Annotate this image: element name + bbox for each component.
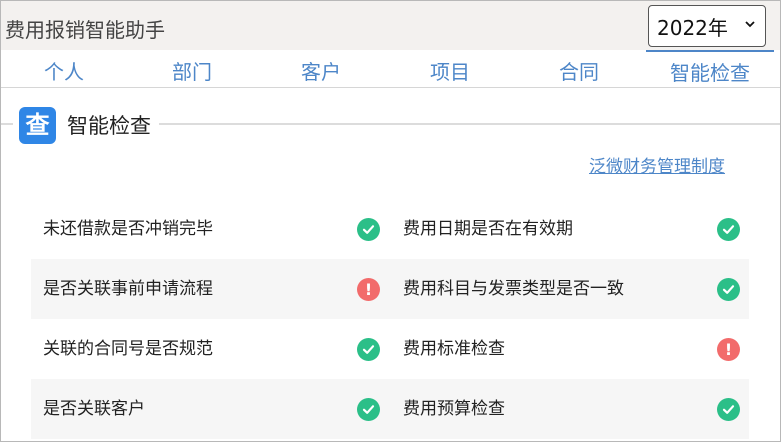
title-bar: 费用报销智能助手 2022年 [1, 1, 780, 50]
chevron-down-icon [745, 21, 755, 28]
check-ok-icon [357, 398, 380, 421]
check-label: 是否关联事前申请流程 [43, 279, 213, 299]
check-ok-icon [357, 338, 380, 361]
section-title: 智能检查 [67, 114, 151, 138]
check-label: 费用标准检查 [403, 339, 505, 359]
check-label: 是否关联客户 [43, 399, 145, 419]
tab-project[interactable]: 项目 [387, 50, 513, 87]
check-label: 费用预算检查 [403, 399, 505, 419]
tab-contract[interactable]: 合同 [516, 50, 642, 87]
app-title: 费用报销智能助手 [5, 18, 165, 42]
tab-bar: 个人 部门 客户 项目 合同 智能检查 [1, 50, 780, 88]
alert-icon: ! [357, 278, 380, 301]
finance-policy-link[interactable]: 泛微财务管理制度 [589, 152, 725, 177]
tab-department[interactable]: 部门 [129, 50, 255, 87]
year-select-value: 2022年 [657, 15, 728, 40]
check-item: 费用标准检查 ! [391, 319, 750, 379]
alert-icon: ! [717, 338, 740, 361]
check-row: 是否关联事前申请流程 ! 费用科目与发票类型是否一致 [31, 259, 749, 319]
year-select[interactable]: 2022年 [648, 5, 766, 47]
check-label: 费用科目与发票类型是否一致 [403, 279, 624, 299]
check-item: 关联的合同号是否规范 [31, 319, 390, 379]
app-window: 费用报销智能助手 2022年 个人 部门 客户 项目 合同 智能检查 查 智能检… [0, 0, 781, 442]
tab-customer[interactable]: 客户 [258, 50, 384, 87]
check-ok-icon [357, 218, 380, 241]
check-list: 未还借款是否冲销完毕 费用日期是否在有效期 是否关联事前申请流程 ! 费用科目与… [31, 199, 749, 439]
check-item: 是否关联客户 [31, 379, 390, 439]
check-row: 是否关联客户 费用预算检查 [31, 379, 749, 439]
check-label: 关联的合同号是否规范 [43, 339, 213, 359]
tab-smart-check[interactable]: 智能检查 [646, 50, 774, 87]
section-header: 查 智能检查 [13, 105, 159, 145]
check-item: 费用预算检查 [391, 379, 750, 439]
tab-personal[interactable]: 个人 [1, 50, 127, 87]
check-badge-icon: 查 [19, 106, 56, 144]
check-row: 关联的合同号是否规范 费用标准检查 ! [31, 319, 749, 379]
check-ok-icon [717, 278, 740, 301]
check-row: 未还借款是否冲销完毕 费用日期是否在有效期 [31, 199, 749, 259]
check-ok-icon [717, 398, 740, 421]
check-ok-icon [717, 218, 740, 241]
check-item: 未还借款是否冲销完毕 [31, 199, 390, 259]
check-item: 费用科目与发票类型是否一致 [391, 259, 750, 319]
check-label: 费用日期是否在有效期 [403, 219, 573, 239]
check-label: 未还借款是否冲销完毕 [43, 219, 213, 239]
check-item: 费用日期是否在有效期 [391, 199, 750, 259]
check-item: 是否关联事前申请流程 ! [31, 259, 390, 319]
